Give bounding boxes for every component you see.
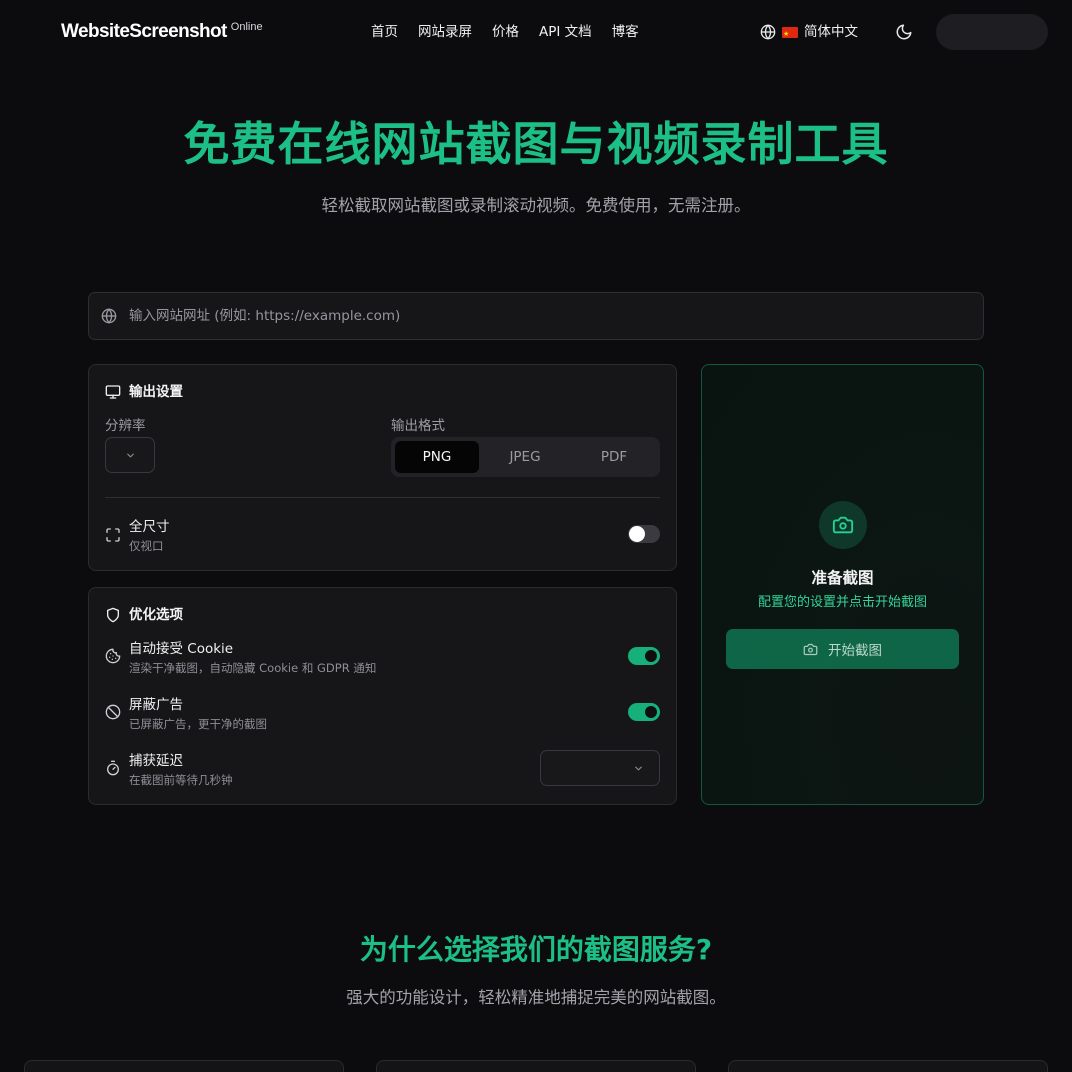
- format-pdf-button[interactable]: PDF: [572, 441, 656, 473]
- resolution-select[interactable]: [105, 437, 155, 473]
- toggle-knob: [643, 648, 659, 664]
- delay-select[interactable]: [540, 750, 660, 786]
- delay-desc: 在截图前等待几秒钟: [129, 773, 233, 787]
- preview-panel: 准备截图 配置您的设置并点击开始截图 开始截图: [701, 364, 984, 805]
- output-settings-title: 输出设置: [129, 384, 183, 400]
- nav-home[interactable]: 首页: [371, 22, 398, 42]
- china-flag-icon: [782, 24, 798, 44]
- logo-superscript: Online: [230, 21, 263, 33]
- logo-text: WebsiteScreenshot: [61, 21, 227, 42]
- format-png-button[interactable]: PNG: [395, 441, 479, 473]
- fullsize-title: 全尺寸: [129, 519, 170, 535]
- optimization-title: 优化选项: [129, 607, 183, 623]
- chevron-down-icon: [635, 766, 642, 771]
- cookie-toggle[interactable]: [628, 647, 660, 665]
- fullsize-toggle[interactable]: [628, 525, 660, 543]
- monitor-icon: [105, 385, 121, 399]
- language-label: 简体中文: [804, 24, 858, 40]
- camera-icon: [803, 643, 818, 655]
- hero-subtitle: 轻松截取网站截图或录制滚动视频。免费使用，无需注册。: [321, 196, 751, 215]
- ads-toggle[interactable]: [628, 703, 660, 721]
- account-button[interactable]: [936, 14, 1048, 50]
- format-segmented-control: PNG JPEG PDF: [391, 437, 660, 477]
- feature-card: [24, 1060, 344, 1072]
- cookie-icon: [105, 648, 121, 664]
- feature-card: [728, 1060, 1048, 1072]
- output-settings-header: 输出设置: [105, 383, 183, 401]
- why-subtitle: 强大的功能设计，轻松精准地捕捉完美的网站截图。: [346, 988, 726, 1007]
- start-screenshot-label: 开始截图: [828, 643, 882, 659]
- page: WebsiteScreenshot Online 首页 网站录屏 价格 API …: [0, 0, 1072, 1072]
- shield-icon: [107, 607, 119, 623]
- ready-subtitle: 配置您的设置并点击开始截图: [757, 595, 927, 610]
- main-nav: 首页 网站录屏 价格 API 文档 博客: [371, 22, 639, 42]
- optimization-card: 优化选项 自动接受 Cookie 渲染干净截图，自动隐藏 Cookie 和 GD…: [88, 587, 677, 805]
- ads-title: 屏蔽广告: [129, 697, 183, 713]
- url-input[interactable]: [129, 293, 969, 339]
- optimization-header: 优化选项: [105, 606, 183, 624]
- logo[interactable]: WebsiteScreenshot Online: [61, 20, 263, 44]
- resolution-label: 分辨率: [105, 418, 146, 434]
- fullsize-desc: 仅视口: [129, 539, 164, 553]
- output-settings-card: 输出设置 分辨率 输出格式 PNG JPEG PDF 全尺寸 仅视口: [88, 364, 677, 571]
- nav-api-docs[interactable]: API 文档: [539, 22, 592, 42]
- nav-pricing[interactable]: 价格: [492, 22, 519, 42]
- ready-title: 准备截图: [811, 569, 874, 587]
- cookie-title: 自动接受 Cookie: [129, 641, 234, 657]
- nav-blog[interactable]: 博客: [612, 22, 639, 42]
- camera-badge: [819, 501, 867, 549]
- site-header: WebsiteScreenshot Online 首页 网站录屏 价格 API …: [0, 0, 1072, 64]
- chevron-down-icon: [127, 453, 134, 458]
- delay-title: 捕获延迟: [129, 753, 183, 769]
- cookie-desc: 渲染干净截图，自动隐藏 Cookie 和 GDPR 通知: [129, 661, 377, 675]
- url-input-container: [88, 292, 984, 340]
- divider: [105, 497, 660, 498]
- start-screenshot-button[interactable]: 开始截图: [726, 629, 959, 669]
- ban-icon: [105, 704, 121, 720]
- camera-icon: [832, 516, 854, 534]
- timer-icon: [107, 760, 119, 776]
- format-label: 输出格式: [391, 418, 445, 434]
- toggle-knob: [629, 526, 645, 542]
- why-title: 为什么选择我们的截图服务?: [359, 933, 713, 966]
- toggle-knob: [643, 704, 659, 720]
- fullscreen-icon: [106, 528, 120, 542]
- feature-card: [376, 1060, 696, 1072]
- moon-icon[interactable]: [895, 23, 913, 41]
- language-switcher[interactable]: 简体中文: [760, 22, 858, 44]
- hero-title: 免费在线网站截图与视频录制工具: [183, 117, 889, 171]
- globe-icon: [101, 308, 117, 324]
- ads-desc: 已屏蔽广告，更干净的截图: [129, 717, 267, 731]
- globe-icon: [760, 24, 776, 40]
- nav-screen-record[interactable]: 网站录屏: [418, 22, 472, 42]
- format-jpeg-button[interactable]: JPEG: [483, 441, 567, 473]
